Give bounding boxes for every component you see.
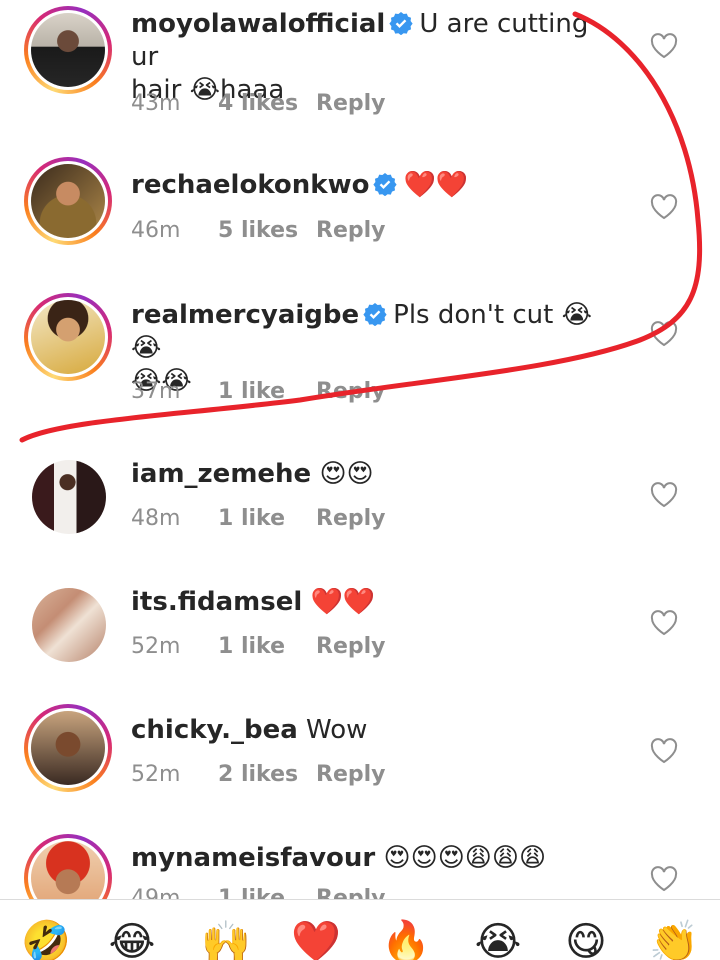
avatar-wrapper[interactable]: [32, 588, 106, 662]
comment-username[interactable]: its.fidamsel: [131, 587, 302, 617]
comment-username[interactable]: chicky._bea: [131, 715, 298, 745]
like-heart-icon[interactable]: [650, 738, 678, 764]
reply-button[interactable]: Reply: [316, 762, 386, 787]
like-heart-icon[interactable]: [650, 33, 678, 59]
comment-time: 52m: [131, 762, 181, 787]
verified-badge-icon: [373, 173, 398, 196]
avatar-story-ring[interactable]: [24, 704, 112, 792]
reply-button[interactable]: Reply: [316, 91, 386, 116]
avatar-story-ring[interactable]: [24, 157, 112, 245]
avatar: [31, 164, 105, 238]
reply-button[interactable]: Reply: [316, 634, 386, 659]
reply-button[interactable]: Reply: [316, 506, 386, 531]
like-heart-icon[interactable]: [650, 321, 678, 347]
like-heart-icon[interactable]: [650, 482, 678, 508]
avatar-wrapper[interactable]: [32, 460, 106, 534]
emoji-yum-button[interactable]: 😋: [560, 918, 612, 960]
comment-likes[interactable]: 4 likes: [218, 91, 316, 116]
emoji-raised-hands-button[interactable]: 🙌: [200, 918, 252, 960]
emoji-joy-button[interactable]: 😂: [106, 918, 158, 960]
avatar: [31, 300, 105, 374]
avatar: [31, 711, 105, 785]
like-heart-icon[interactable]: [650, 866, 678, 892]
comment-time: 48m: [131, 506, 181, 531]
emoji-fire-button[interactable]: 🔥: [380, 918, 432, 960]
reply-button[interactable]: Reply: [316, 379, 386, 404]
comment-username[interactable]: iam_zemehe: [131, 459, 311, 489]
comment-username[interactable]: realmercyaigbe: [131, 300, 359, 330]
avatar: [32, 460, 106, 534]
comment-likes[interactable]: 1 like: [218, 634, 316, 659]
verified-badge-icon: [363, 303, 387, 326]
comment-username[interactable]: moyolawalofficial: [131, 9, 385, 39]
comment-text: 😍😍: [319, 459, 374, 489]
avatar-story-ring[interactable]: [24, 6, 112, 94]
comment-username[interactable]: mynameisfavour: [131, 843, 375, 873]
reply-button[interactable]: Reply: [316, 218, 386, 243]
avatar: [32, 588, 106, 662]
avatar-story-ring[interactable]: [24, 293, 112, 381]
emoji-clap-button[interactable]: 👏: [648, 918, 700, 960]
like-heart-icon[interactable]: [650, 610, 678, 636]
comment-likes[interactable]: 5 likes: [218, 218, 316, 243]
emoji-heart-button[interactable]: ❤️: [290, 918, 342, 960]
emoji-reaction-bar: 🤣 😂 🙌 ❤️ 🔥 😭 😋 👏: [0, 899, 720, 960]
comment-time: 46m: [131, 218, 181, 243]
emoji-rofl-button[interactable]: 🤣: [20, 918, 72, 960]
comment-text: ❤️❤️: [310, 587, 376, 617]
comment-likes[interactable]: 1 like: [218, 506, 316, 531]
comment-text: Wow: [306, 715, 368, 745]
comment-text: ❤️❤️: [403, 170, 469, 200]
emoji-crying-button[interactable]: 😭: [472, 918, 524, 960]
comment-username[interactable]: rechaelokonkwo: [131, 170, 369, 200]
avatar: [31, 13, 105, 87]
verified-badge-icon: [389, 12, 413, 35]
comment-time: 43m: [131, 91, 181, 116]
comment-likes[interactable]: 1 like: [218, 379, 316, 404]
comment-time: 52m: [131, 634, 181, 659]
comment-text: 😍😍😍😩😩😩: [383, 843, 547, 873]
comment-time: 37m: [131, 379, 181, 404]
like-heart-icon[interactable]: [650, 194, 678, 220]
comment-likes[interactable]: 2 likes: [218, 762, 316, 787]
